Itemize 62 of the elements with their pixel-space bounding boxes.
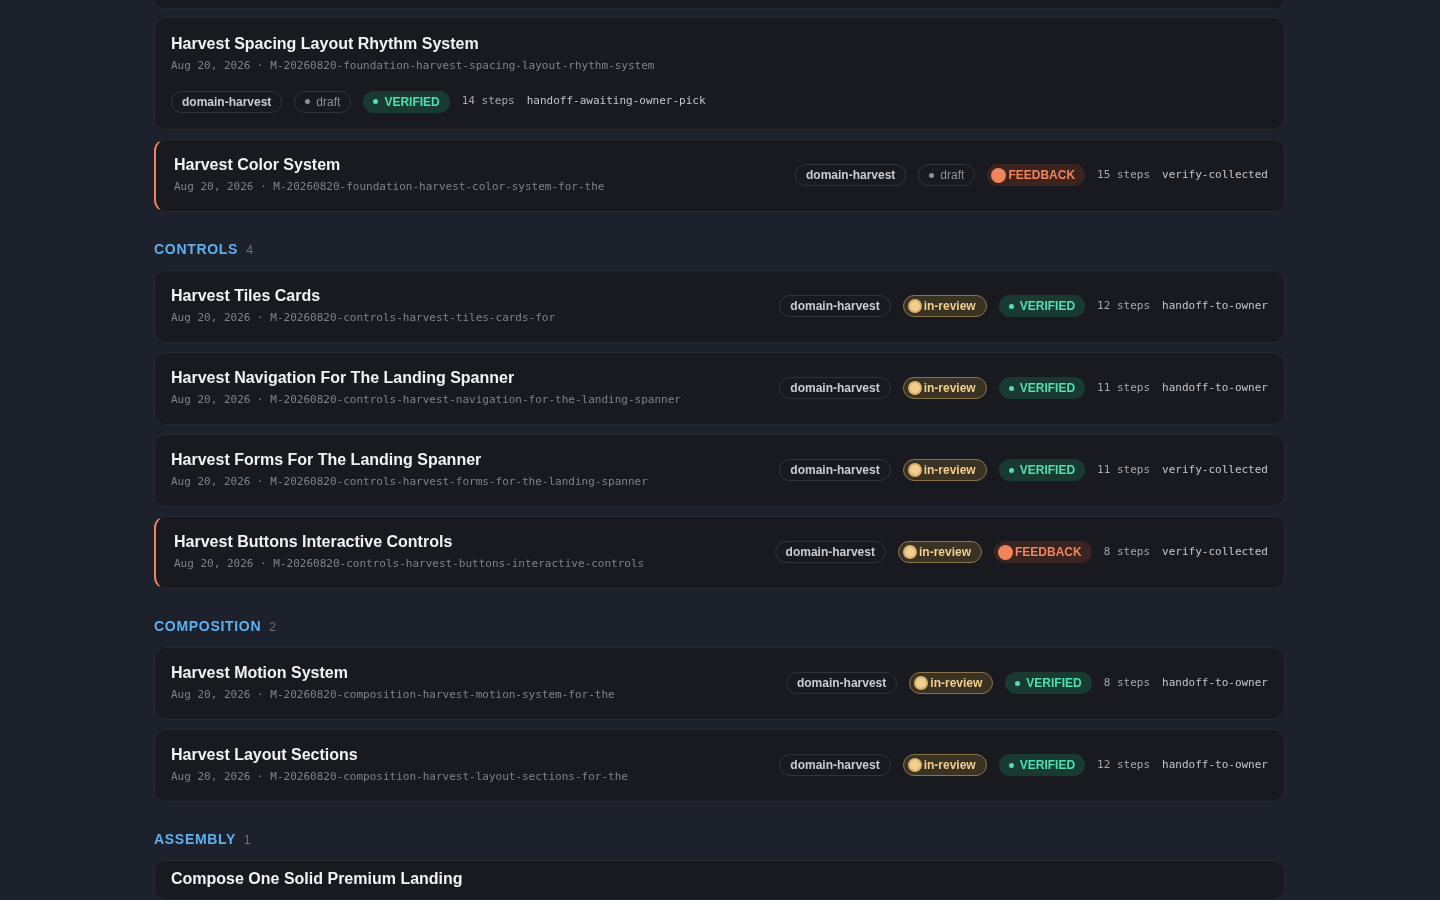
card-meta: Aug 20, 2026 · M-20260820-controls-harvest-buttons-interactive-controls [174, 555, 645, 572]
verdict-chip: VERIFIED [998, 754, 1086, 776]
status-chip: in-review [902, 459, 987, 481]
section-count: 2 [269, 618, 276, 636]
card-title: Harvest Color System [174, 154, 342, 175]
section-count: 4 [246, 241, 253, 259]
verdict-chip: VERIFIED [998, 377, 1086, 399]
task-card[interactable]: Harvest Spacing Layout Rhythm System Aug 20, 2026 · M-20260820-foundation-harvest-spacing-layout-rhythm-system domain-harvest draft VERIFIED 14 steps handoff-awaiting-owner-pick [154, 17, 1285, 130]
step-count: 11 steps [1097, 379, 1151, 396]
card-title: Harvest Navigation For The Landing Spanner [171, 367, 516, 388]
card-meta: Aug 20, 2026 · M-20260820-controls-harvest-tiles-cards-for [171, 309, 556, 326]
task-card[interactable]: Harvest Motion System Aug 20, 2026 · M-20260820-composition-harvest-motion-system-for-the domain-harvest in-review VERIFIED 8 steps handoff-to-owner [154, 646, 1285, 720]
status-chip: in-review [909, 672, 994, 694]
card-title: Harvest Motion System [171, 662, 349, 683]
card-meta: Aug 20, 2026 · M-20260820-composition-harvest-motion-system-for-the [171, 686, 615, 703]
card-meta: Aug 20, 2026 · M-20260820-foundation-harvest-color-system-for-the [174, 178, 605, 195]
step-count: 12 steps [1097, 756, 1151, 773]
step-count: 8 steps [1103, 543, 1151, 560]
task-card[interactable]: Harvest Navigation For The Landing Spanner Aug 20, 2026 · M-20260820-controls-harvest-navigation-for-the-landing-spanner domain-harvest in-review VERIFIED 11 steps handoff-to-owner [154, 351, 1285, 425]
card-title: Harvest Layout Sections [171, 744, 359, 765]
task-card[interactable]: Harvest Forms For The Landing Spanner Aug 20, 2026 · M-20260820-controls-harvest-forms-for-the-landing-spanner domain-harvest in-review VERIFIED 11 steps verify-collected [154, 433, 1285, 507]
verdict-chip: VERIFIED [998, 295, 1086, 317]
step-count: 12 steps [1097, 297, 1151, 314]
card-meta: Aug 20, 2026 · M-20260820-controls-harvest-forms-for-the-landing-spanner [171, 473, 648, 490]
status-chip: in-review [902, 295, 987, 317]
task-card[interactable]: Harvest Tiles Cards Aug 20, 2026 · M-20260820-controls-harvest-tiles-cards-for domain-harvest in-review VERIFIED 12 steps handoff-to-owner [154, 269, 1285, 343]
next-action: handoff-awaiting-owner-pick [526, 93, 706, 110]
status-chip: in-review [902, 754, 987, 776]
section-heading: COMPOSITION [154, 616, 262, 636]
card-meta: Aug 20, 2026 · M-20260820-composition-harvest-layout-sections-for-the [171, 768, 628, 785]
verdict-chip: VERIFIED [998, 459, 1086, 481]
next-action: handoff-to-owner [1162, 756, 1268, 773]
task-card[interactable]: Harvest Layout Sections Aug 20, 2026 · M-20260820-composition-harvest-layout-sections-for-the domain-harvest in-review VERIFIED 12 steps handoff-to-owner [154, 728, 1285, 802]
task-card[interactable]: Harvest Color System Aug 20, 2026 · M-20260820-foundation-harvest-color-system-for-the domain-harvest draft FEEDBACK 15 steps verify-collected [154, 138, 1285, 212]
step-count: 8 steps [1103, 674, 1151, 691]
section-heading: CONTROLS [154, 239, 239, 259]
card-title: Harvest Buttons Interactive Controls [174, 531, 454, 552]
task-card[interactable]: Harvest Buttons Interactive Controls Aug 20, 2026 · M-20260820-controls-harvest-buttons-interactive-controls domain-harvest in-review FEEDBACK 8 steps verify-collected [154, 515, 1285, 589]
section-count: 1 [244, 831, 251, 849]
next-action: handoff-to-owner [1162, 297, 1268, 314]
status-chip: in-review [897, 541, 982, 563]
verdict-chip: VERIFIED [363, 90, 450, 113]
task-card[interactable]: Compose One Solid Premium Landing [154, 859, 1285, 900]
next-action: handoff-to-owner [1162, 674, 1268, 691]
verdict-chip: VERIFIED [1005, 672, 1092, 694]
verdict-chip: FEEDBACK [987, 164, 1086, 186]
card-meta: Aug 20, 2026 · M-20260820-foundation-harvest-spacing-layout-rhythm-system [171, 58, 656, 74]
step-count: 11 steps [1097, 461, 1151, 478]
next-action: verify-collected [1162, 543, 1268, 560]
card-title: Harvest Spacing Layout Rhythm System [171, 34, 480, 54]
card-title: Harvest Tiles Cards [171, 285, 322, 306]
step-count: 14 steps [461, 93, 515, 110]
next-action: verify-collected [1162, 166, 1268, 183]
card-title: Harvest Forms For The Landing Spanner [171, 449, 483, 470]
section-heading: ASSEMBLY [154, 829, 237, 849]
next-action: handoff-to-owner [1162, 379, 1268, 396]
card-meta: Aug 20, 2026 · M-20260820-controls-harvest-navigation-for-the-landing-spanner [171, 391, 681, 408]
verdict-chip: FEEDBACK [994, 541, 1092, 563]
next-action: verify-collected [1162, 461, 1268, 478]
step-count: 15 steps [1097, 166, 1151, 183]
status-chip: in-review [902, 377, 987, 399]
card-title: Compose One Solid Premium Landing [171, 868, 464, 889]
